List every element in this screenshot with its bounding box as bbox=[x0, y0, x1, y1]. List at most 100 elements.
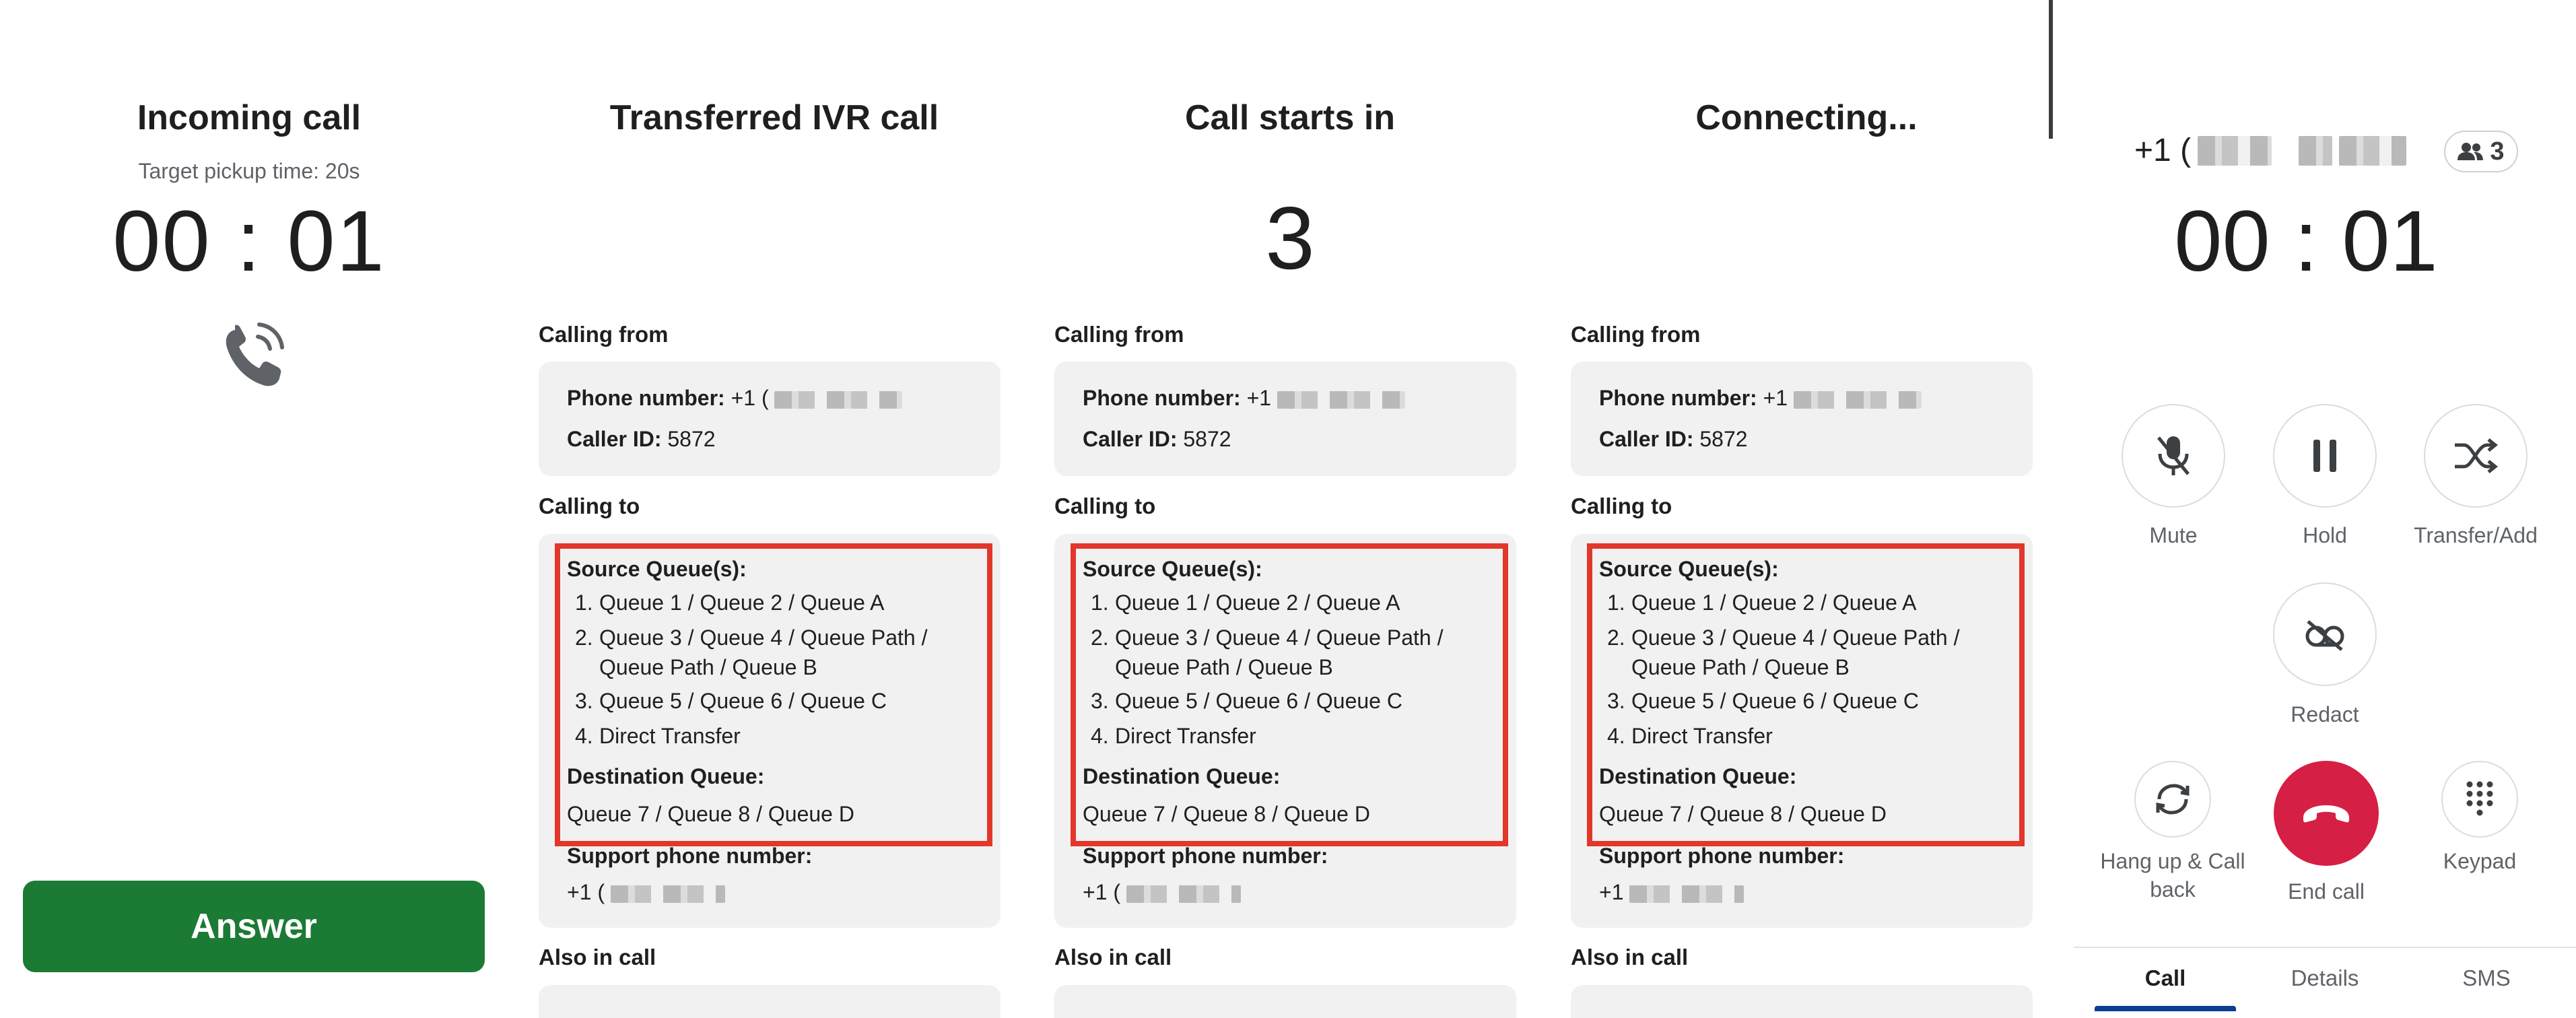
hangup-callback-label: Hang up & Call back bbox=[2100, 849, 2245, 902]
hold-button[interactable] bbox=[2273, 404, 2377, 508]
incoming-call-panel: Incoming call Target pickup time: 20s 00… bbox=[0, 0, 498, 1018]
phone-number-value: +1 bbox=[1246, 386, 1272, 410]
caller-id-row: Caller ID: 5872 bbox=[1599, 427, 1748, 452]
calling-to-card: Source Queue(s): 1. Queue 1 / Queue 2 / Q… bbox=[1571, 534, 2033, 928]
panel-title: Call starts in bbox=[1184, 98, 1396, 137]
transfer-add-button[interactable] bbox=[2424, 404, 2528, 508]
redacted-number bbox=[610, 885, 725, 903]
calling-from-label: Calling from bbox=[1054, 322, 1184, 347]
source-queue-item: 4. Direct Transfer bbox=[575, 724, 741, 748]
also-in-call-label: Also in call bbox=[539, 945, 656, 970]
source-queue-item: 3. Queue 5 / Queue 6 / Queue C bbox=[575, 689, 887, 713]
also-in-call-card bbox=[539, 985, 1001, 1018]
phone-number-label: Phone number: bbox=[1599, 386, 1757, 410]
phone-number-row: Phone number: +1 ( bbox=[567, 386, 903, 411]
panel-title: Connecting... bbox=[1695, 98, 1918, 137]
calling-to-label: Calling to bbox=[1571, 494, 1672, 518]
support-phone-prefix: +1 bbox=[1599, 880, 1624, 904]
caller-id-label: Caller ID: bbox=[1083, 427, 1178, 451]
hangup-icon bbox=[2303, 805, 2349, 823]
redacted-number bbox=[2339, 135, 2407, 166]
shuffle-icon bbox=[2455, 438, 2499, 473]
destination-queue-label: Destination Queue: bbox=[1599, 764, 1797, 788]
destination-queue-value: Queue 7 / Queue 8 / Queue D bbox=[1599, 802, 1887, 826]
end-call-label: End call bbox=[2288, 879, 2365, 904]
source-queues-label: Source Queue(s): bbox=[1083, 557, 1262, 581]
end-call-button[interactable] bbox=[2274, 761, 2379, 866]
caller-id-value: 5872 bbox=[1183, 427, 1231, 451]
redacted-number bbox=[774, 391, 903, 409]
phone-number-label: Phone number: bbox=[1083, 386, 1241, 410]
source-queue-item: 2. Queue 3 / Queue 4 / Queue Path / Queue… bbox=[1091, 625, 1444, 679]
support-phone-row: +1 ( bbox=[567, 880, 725, 905]
refresh-icon bbox=[2156, 784, 2190, 815]
mute-label: Mute bbox=[2149, 523, 2198, 547]
also-in-call-label: Also in call bbox=[1054, 945, 1172, 970]
destination-queue-label: Destination Queue: bbox=[1083, 764, 1281, 788]
people-icon bbox=[2458, 143, 2484, 160]
support-phone-label: Support phone number: bbox=[1083, 844, 1328, 868]
phone-number-value: +1 ( bbox=[731, 386, 769, 410]
active-tab-indicator bbox=[2095, 1006, 2236, 1011]
tabs-divider bbox=[2074, 947, 2576, 948]
redact-icon bbox=[2305, 620, 2344, 651]
calling-to-card: Source Queue(s): 1. Queue 1 / Queue 2 / Q… bbox=[1054, 534, 1516, 928]
caller-id-label: Caller ID: bbox=[1599, 427, 1694, 451]
calling-to-card: Source Queue(s): 1. Queue 1 / Queue 2 / Q… bbox=[539, 534, 1001, 928]
phone-number-row: Phone number: +1 bbox=[1083, 386, 1405, 411]
redacted-number bbox=[2299, 135, 2333, 166]
redact-label: Redact bbox=[2291, 702, 2359, 726]
source-queue-item: 1. Queue 1 / Queue 2 / Queue A bbox=[1607, 590, 1917, 615]
destination-queue-value: Queue 7 / Queue 8 / Queue D bbox=[567, 802, 854, 826]
hold-label: Hold bbox=[2303, 523, 2347, 547]
source-queue-item: 3. Queue 5 / Queue 6 / Queue C bbox=[1607, 689, 1919, 713]
participants-count: 3 bbox=[2490, 137, 2505, 166]
keypad-icon bbox=[2466, 781, 2493, 816]
support-phone-row: +1 bbox=[1599, 880, 1744, 905]
mute-button[interactable] bbox=[2122, 404, 2225, 508]
pause-icon bbox=[2313, 440, 2336, 472]
participants-badge[interactable]: 3 bbox=[2444, 131, 2518, 172]
source-queues-label: Source Queue(s): bbox=[1599, 557, 1779, 581]
source-queue-item: 3. Queue 5 / Queue 6 / Queue C bbox=[1091, 689, 1402, 713]
calling-to-label: Calling to bbox=[1054, 494, 1156, 518]
also-in-call-label: Also in call bbox=[1571, 945, 1689, 970]
hangup-callback-button[interactable] bbox=[2134, 761, 2211, 838]
also-in-call-card bbox=[1571, 985, 2033, 1018]
phone-number-label: Phone number: bbox=[567, 386, 725, 410]
phone-number-value: +1 bbox=[1763, 386, 1788, 410]
phone-number-row: Phone number: +1 bbox=[1599, 386, 1922, 411]
caller-id-value: 5872 bbox=[1699, 427, 1748, 451]
caller-number-prefix: +1 ( bbox=[2134, 133, 2192, 168]
calling-from-card: Phone number: +1 Caller ID: 5872 bbox=[1571, 362, 2033, 476]
answer-button[interactable]: Answer bbox=[23, 881, 485, 972]
caller-id-row: Caller ID: 5872 bbox=[567, 427, 716, 452]
tab-details[interactable]: Details bbox=[2264, 965, 2385, 991]
also-in-call-card bbox=[1054, 985, 1516, 1018]
incoming-timer: 00 : 01 bbox=[112, 193, 386, 290]
mic-off-icon bbox=[2157, 436, 2190, 475]
redacted-number bbox=[1277, 391, 1405, 409]
redacted-number bbox=[1793, 391, 1922, 409]
source-queue-item: 1. Queue 1 / Queue 2 / Queue A bbox=[575, 590, 885, 615]
active-call-panel: +1 ( 3 00 : 01 Mute Hold Transfer/Add Re… bbox=[2074, 0, 2576, 1018]
caller-id-row: Caller ID: 5872 bbox=[1083, 427, 1231, 452]
tab-call[interactable]: Call bbox=[2105, 965, 2226, 991]
support-phone-label: Support phone number: bbox=[567, 844, 813, 868]
panel-transferred-ivr: Transferred IVR call Calling from Phone … bbox=[539, 0, 1010, 1018]
caller-number: +1 ( bbox=[2134, 132, 2407, 169]
support-phone-row: +1 ( bbox=[1083, 880, 1241, 905]
panel-call-starts: Call starts in 3 Calling from Phone numb… bbox=[1054, 0, 1526, 1018]
vertical-divider bbox=[2049, 0, 2053, 139]
source-queue-item: 2. Queue 3 / Queue 4 / Queue Path / Queue… bbox=[575, 625, 928, 679]
source-queues-label: Source Queue(s): bbox=[567, 557, 747, 581]
caller-id-label: Caller ID: bbox=[567, 427, 662, 451]
tab-sms[interactable]: SMS bbox=[2426, 965, 2547, 991]
redacted-number bbox=[1126, 885, 1241, 903]
phone-ringing-icon bbox=[219, 316, 286, 391]
destination-queue-value: Queue 7 / Queue 8 / Queue D bbox=[1083, 802, 1370, 826]
pickup-target: Target pickup time: 20s bbox=[138, 159, 360, 183]
keypad-button[interactable] bbox=[2441, 761, 2518, 838]
redact-button[interactable] bbox=[2273, 582, 2377, 686]
calling-from-label: Calling from bbox=[539, 322, 669, 347]
